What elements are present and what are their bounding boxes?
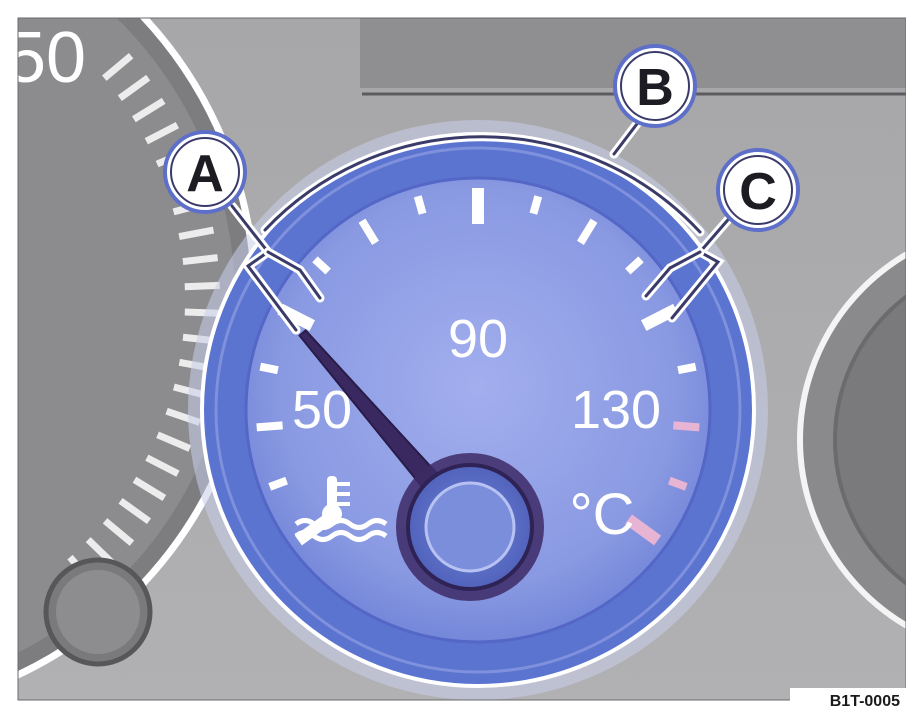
figure-id-tag: B1T-0005 bbox=[790, 688, 906, 712]
left-dial-tick bbox=[184, 281, 220, 291]
gauge-hub bbox=[396, 453, 544, 601]
figure-id: B1T-0005 bbox=[830, 693, 900, 710]
scale-tick bbox=[529, 195, 543, 215]
callout-c-label: C bbox=[739, 163, 777, 221]
dashboard-knob bbox=[43, 557, 153, 667]
scale-tick bbox=[413, 195, 427, 215]
scale-tick bbox=[256, 421, 283, 432]
callout-b: B bbox=[613, 44, 697, 128]
coolant-temperature-gauge: 90 50 130 °C bbox=[188, 120, 768, 700]
scale-label-90: 90 bbox=[448, 309, 508, 369]
coolant-gauge-figure: 50 90 50 130 °C A B C B1T-0005 bbox=[0, 0, 906, 712]
scale-tick bbox=[259, 362, 279, 375]
figure-svg: 50 90 50 130 °C A B C B1T-0005 bbox=[17, 17, 906, 712]
callout-a: A bbox=[163, 130, 247, 214]
callout-c: C bbox=[716, 148, 800, 232]
callout-b-label: B bbox=[636, 59, 674, 117]
unit-label: °C bbox=[569, 482, 634, 547]
scale-tick bbox=[673, 421, 700, 432]
scale-label-130: 130 bbox=[571, 380, 661, 440]
callout-a-label: A bbox=[186, 145, 224, 203]
left-dial-tick bbox=[182, 254, 219, 266]
scale-tick bbox=[677, 362, 697, 375]
